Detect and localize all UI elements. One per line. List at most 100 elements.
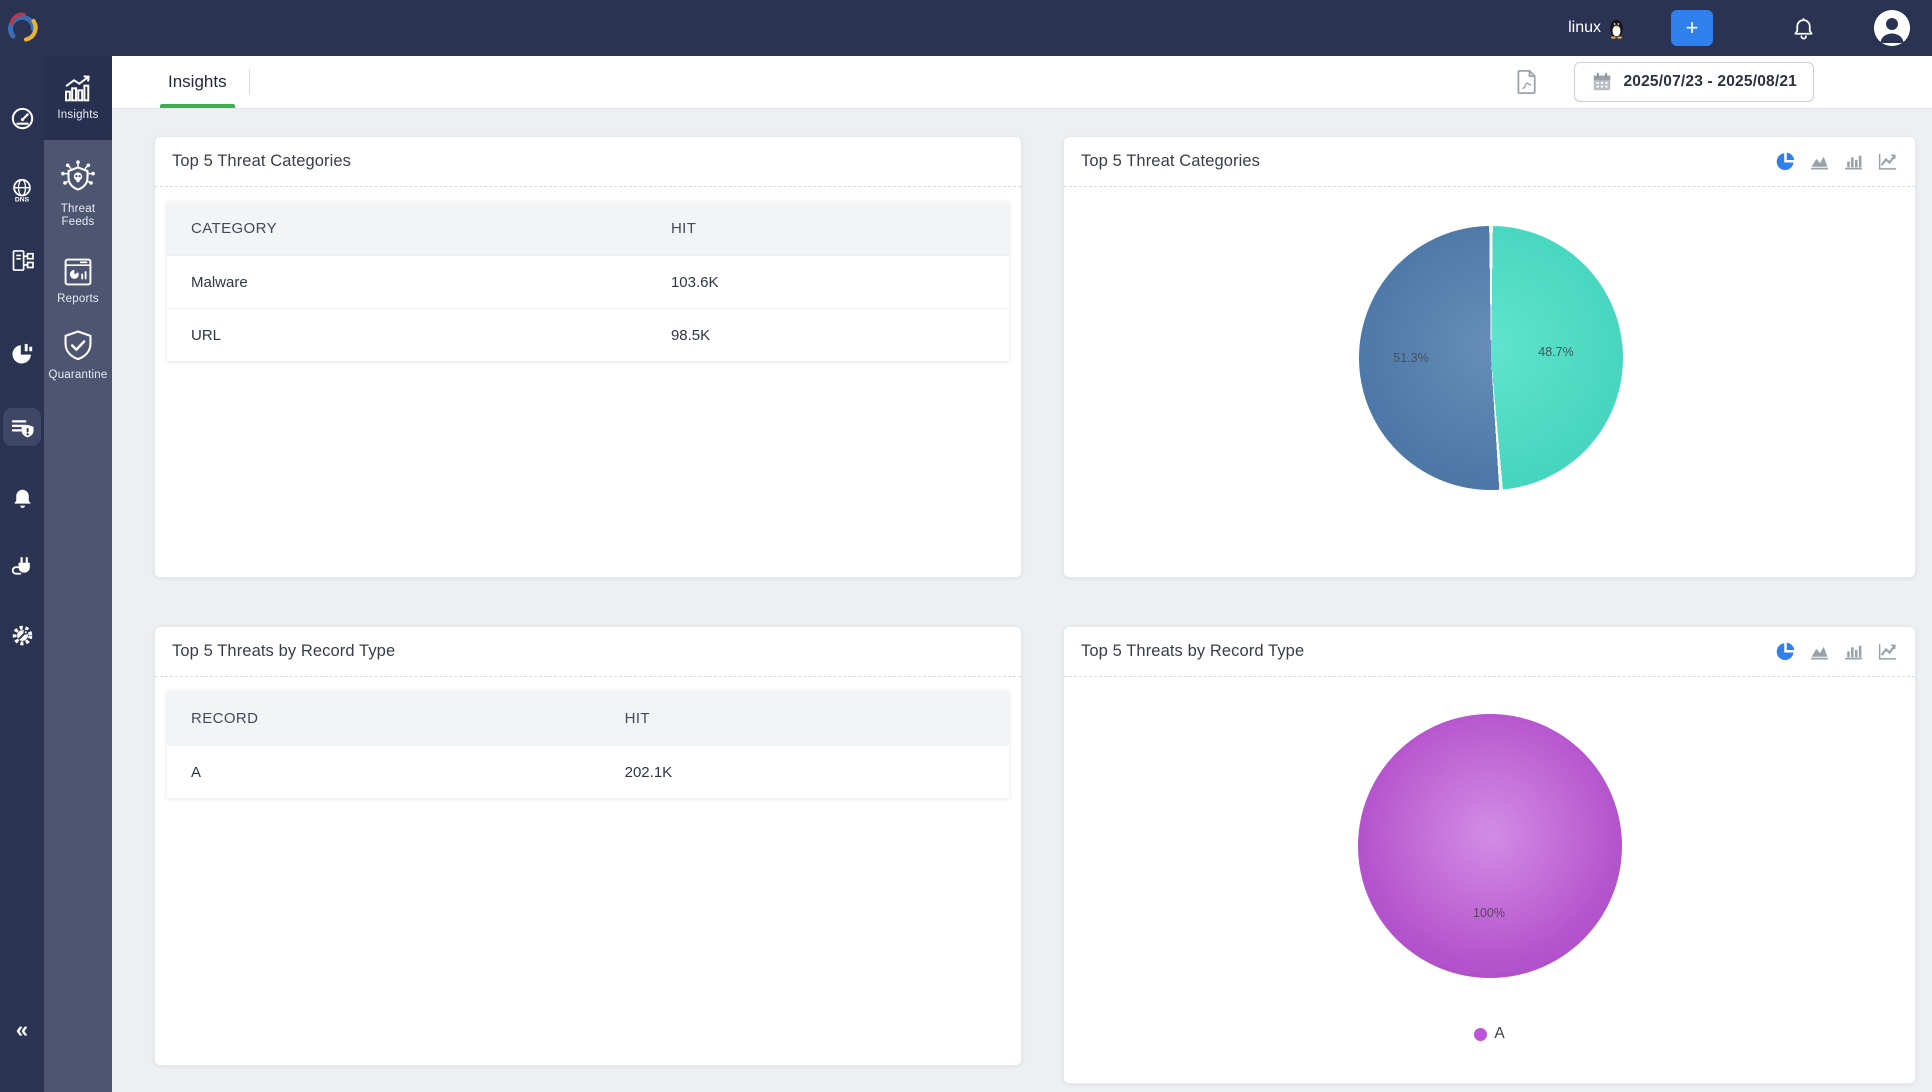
table-row[interactable]: Malware 103.6K: [167, 255, 1009, 308]
card-record-type-chart: Top 5 Threats by Record Type 100% A: [1063, 626, 1916, 1084]
sidebar-item-threat-feeds[interactable]: Threat Feeds: [44, 160, 112, 229]
pie-chart-icon[interactable]: [1775, 641, 1796, 662]
collapse-sidebar-button[interactable]: «: [0, 1012, 44, 1048]
chart-type-toggles: [1775, 151, 1898, 172]
account-name: linux: [1568, 19, 1601, 36]
pie-slice-label-a: 100%: [1473, 906, 1505, 920]
main-area: Insights 2025/07/23 - 2025/08/21 Top 5 T…: [112, 56, 1932, 1092]
chart-legend: A: [1064, 1025, 1915, 1043]
reports-document-icon: [61, 256, 95, 288]
table-header-row: CATEGORY HIT: [167, 201, 1009, 255]
dns-globe-icon: DNS: [8, 177, 36, 204]
tab-label: Insights: [168, 72, 227, 91]
sidebar-item-label: Quarantine: [48, 369, 108, 381]
column-header: RECORD: [191, 709, 259, 727]
sidebar-item-label: Insights: [57, 109, 99, 121]
cell-hit: 202.1K: [624, 763, 673, 781]
topbar-actions: linux +: [1568, 10, 1910, 46]
svg-text:DNS: DNS: [15, 196, 30, 203]
sidebar-item-label: Threat Feeds: [60, 203, 96, 228]
integrations-plug-icon: [9, 552, 36, 579]
threat-feeds-shield-skull-icon: [59, 160, 97, 198]
legend-label: A: [1494, 1025, 1505, 1042]
bar-chart-icon[interactable]: [1843, 151, 1864, 172]
threat-insights-icon: [9, 414, 36, 441]
sidebar-item-network[interactable]: [0, 240, 44, 280]
line-chart-icon[interactable]: [1877, 151, 1898, 172]
bell-icon: [1791, 16, 1816, 41]
app-logo: [4, 8, 40, 48]
sidebar-item-quarantine[interactable]: Quarantine: [44, 328, 112, 382]
add-button[interactable]: +: [1671, 10, 1713, 46]
card-title: Top 5 Threat Categories: [172, 152, 352, 170]
sidebar-item-settings[interactable]: [0, 615, 44, 655]
sidebar-item-insights[interactable]: Insights: [44, 56, 112, 140]
table-row[interactable]: URL 98.5K: [167, 308, 1009, 361]
card-title: Top 5 Threat Categories: [1081, 152, 1261, 170]
cell-category: Malware: [191, 273, 248, 291]
legend-item-a[interactable]: A: [1474, 1025, 1505, 1043]
quarantine-shield-check-icon: [60, 328, 96, 364]
notifications-bell-button[interactable]: [1791, 16, 1816, 41]
date-range-value: 2025/07/23 - 2025/08/21: [1623, 73, 1797, 90]
pdf-export-button[interactable]: [1514, 68, 1538, 96]
analytics-pie-icon: [9, 340, 36, 367]
avatar[interactable]: [1874, 10, 1910, 46]
penguin-icon: [1608, 18, 1625, 39]
sidebar-item-threat-insights-active[interactable]: [3, 408, 41, 446]
topbar: linux +: [44, 0, 1932, 56]
card-header: Top 5 Threat Categories: [155, 137, 1021, 187]
column-header: CATEGORY: [191, 219, 277, 237]
tab-bar: Insights 2025/07/23 - 2025/08/21: [112, 56, 1932, 109]
secondary-sidebar: Insights Threat Feeds Reports Quarantine: [44, 56, 112, 1092]
area-chart-icon[interactable]: [1809, 641, 1830, 662]
date-range-picker[interactable]: 2025/07/23 - 2025/08/21: [1574, 62, 1814, 102]
cell-record: A: [191, 763, 202, 781]
pdf-export-icon: [1514, 68, 1538, 96]
table-header-row: RECORD HIT: [167, 691, 1009, 745]
chart-type-toggles: [1775, 641, 1898, 662]
card-threat-categories-chart: Top 5 Threat Categories 51.3% 48.7%: [1063, 136, 1916, 688]
primary-nav-rail: DNS «: [0, 0, 44, 1092]
legend-dot-magenta: [1474, 1027, 1488, 1041]
calendar-icon: [1591, 71, 1613, 93]
account-menu[interactable]: linux: [1568, 18, 1625, 39]
dashboard-content: Top 5 Threat Categories CATEGORY HIT Mal…: [112, 109, 1932, 1092]
settings-gear-icon: [9, 622, 36, 649]
area-chart-icon[interactable]: [1809, 151, 1830, 172]
tab-divider: [248, 69, 250, 95]
table-row[interactable]: A 202.1K: [167, 745, 1009, 798]
sidebar-item-dashboard[interactable]: [0, 98, 44, 138]
sidebar-item-reports[interactable]: Reports: [44, 256, 112, 306]
record-type-table: RECORD HIT A 202.1K: [167, 691, 1009, 798]
sidebar-item-dns[interactable]: DNS: [0, 170, 44, 210]
card-header: Top 5 Threats by Record Type: [1064, 627, 1915, 677]
toolbar: 2025/07/23 - 2025/08/21: [1514, 56, 1814, 108]
pie-slice-label-url: 48.7%: [1538, 345, 1574, 359]
card-header: Top 5 Threats by Record Type: [155, 627, 1021, 677]
column-header: HIT: [670, 219, 697, 237]
sidebar-item-integrations[interactable]: [0, 545, 44, 585]
sidebar-item-notifications[interactable]: [0, 478, 44, 518]
card-record-type-table: Top 5 Threats by Record Type RECORD HIT …: [154, 626, 1022, 1066]
card-header: Top 5 Threat Categories: [1064, 137, 1915, 187]
pie-slice-label-malware: 51.3%: [1393, 351, 1429, 365]
user-avatar-icon: [1874, 10, 1910, 46]
sidebar-item-label: Reports: [57, 293, 99, 305]
tab-insights[interactable]: Insights: [154, 56, 241, 108]
column-header: HIT: [624, 709, 650, 727]
cell-category: URL: [191, 326, 222, 344]
pie-chart-icon[interactable]: [1775, 151, 1796, 172]
record-type-pie-chart[interactable]: [1358, 714, 1622, 978]
sidebar-item-analytics[interactable]: [0, 333, 44, 373]
app-root: linux + DNS « Insights Threat Feeds Repo…: [0, 0, 1932, 1092]
line-chart-icon[interactable]: [1877, 641, 1898, 662]
cell-hit: 98.5K: [670, 326, 711, 344]
dashboard-gauge-icon: [9, 105, 36, 132]
active-tab-indicator: [160, 104, 235, 108]
cell-hit: 103.6K: [670, 273, 719, 291]
bar-chart-icon[interactable]: [1843, 641, 1864, 662]
card-title: Top 5 Threats by Record Type: [172, 642, 396, 660]
insights-chart-icon: [62, 74, 94, 104]
card-threat-categories-table: Top 5 Threat Categories CATEGORY HIT Mal…: [154, 136, 1022, 578]
